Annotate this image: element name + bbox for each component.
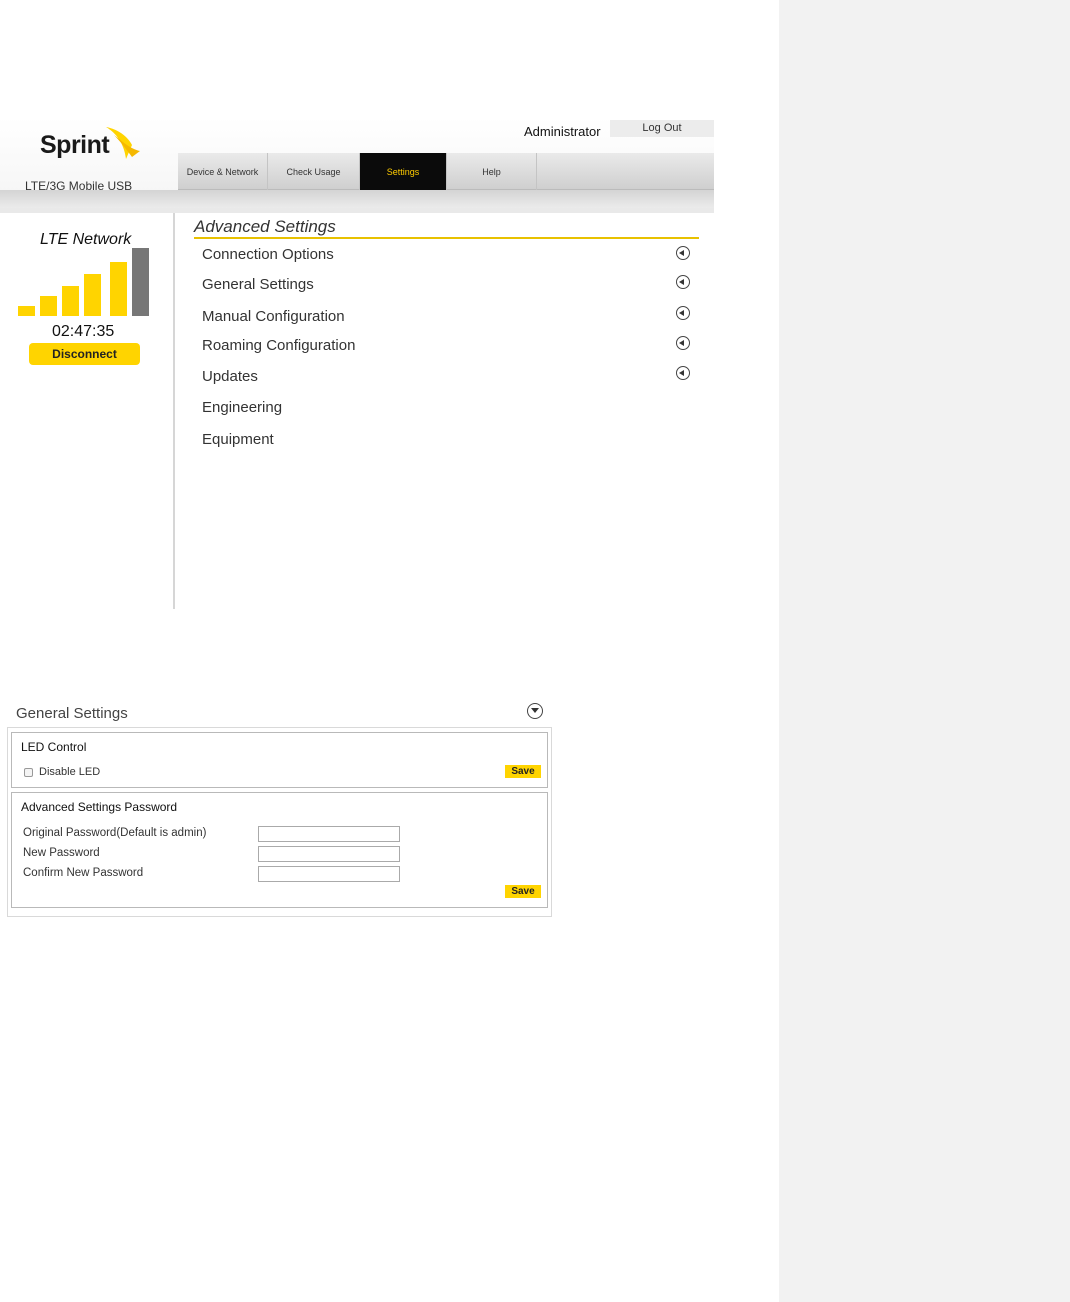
menu-general-settings[interactable]: General Settings xyxy=(202,276,314,293)
tab-settings[interactable]: Settings xyxy=(360,153,447,190)
panel-title: Advanced Settings Password xyxy=(21,800,178,814)
new-password-label: New Password xyxy=(23,847,100,859)
section-title: General Settings xyxy=(16,705,128,722)
new-password-field[interactable] xyxy=(258,846,400,862)
menu-engineering[interactable]: Engineering xyxy=(202,399,282,416)
expand-left-icon[interactable] xyxy=(676,246,690,260)
menu-equipment[interactable]: Equipment xyxy=(202,431,274,448)
signal-bar-2 xyxy=(40,296,57,316)
save-led-button[interactable]: Save xyxy=(505,765,541,778)
connection-timer: 02:47:35 xyxy=(52,323,115,340)
general-settings-screen: General Settings LED Control Disable LED… xyxy=(7,700,552,917)
tab-device-network[interactable]: Device & Network xyxy=(178,153,268,190)
disable-led-checkbox[interactable] xyxy=(24,768,33,777)
checkbox-label: Disable LED xyxy=(39,766,101,778)
signal-bar-4 xyxy=(84,274,101,316)
brand-logo: Sprint xyxy=(40,131,110,159)
original-password-field[interactable] xyxy=(258,826,400,842)
status-sidebar: LTE Network 02:47:35 Disconnect xyxy=(0,213,175,609)
collapse-down-icon[interactable] xyxy=(527,703,543,719)
comment-pane xyxy=(779,0,1070,1302)
expand-left-icon[interactable] xyxy=(676,366,690,380)
menu-roaming-configuration[interactable]: Roaming Configuration xyxy=(202,337,355,354)
confirm-password-label: Confirm New Password xyxy=(23,867,144,879)
router-admin-screen: Sprint LTE/3G Mobile USB Administrator L… xyxy=(0,117,714,609)
save-password-button[interactable]: Save xyxy=(505,885,541,898)
main-nav: Device & Network Check Usage Settings He… xyxy=(178,153,714,190)
signal-bar-6 xyxy=(132,248,149,316)
tab-check-usage[interactable]: Check Usage xyxy=(268,153,360,190)
led-control-panel: LED Control Disable LED Save xyxy=(11,732,548,788)
signal-bar-1 xyxy=(18,306,35,316)
signal-bar-3 xyxy=(62,286,79,316)
menu-updates[interactable]: Updates xyxy=(202,368,258,385)
page-title: Advanced Settings xyxy=(194,217,699,239)
expand-left-icon[interactable] xyxy=(676,275,690,289)
sprint-swoosh-icon xyxy=(106,127,140,159)
signal-strength-icon xyxy=(18,248,153,316)
original-password-label: Original Password(Default is admin) xyxy=(23,827,207,839)
expand-left-icon[interactable] xyxy=(676,306,690,320)
disconnect-button[interactable]: Disconnect xyxy=(29,343,140,365)
confirm-password-field[interactable] xyxy=(258,866,400,882)
expand-left-icon[interactable] xyxy=(676,336,690,350)
network-type-label: LTE Network xyxy=(40,231,132,248)
panel-title: LED Control xyxy=(21,740,87,754)
user-label: Administrator xyxy=(524,124,601,139)
tab-help[interactable]: Help xyxy=(447,153,537,190)
header-divider xyxy=(0,190,714,208)
menu-manual-configuration[interactable]: Manual Configuration xyxy=(202,308,345,325)
page: Sprint LTE/3G Mobile USB Administrator L… xyxy=(0,0,1070,1302)
password-panel: Advanced Settings Password Original Pass… xyxy=(11,792,548,908)
logout-button[interactable]: Log Out xyxy=(610,120,714,137)
general-settings-frame: LED Control Disable LED Save Advanced Se… xyxy=(7,727,552,917)
signal-bar-5 xyxy=(110,262,127,316)
advanced-settings-panel: Advanced Settings Connection Options Gen… xyxy=(194,217,700,448)
menu-connection-options[interactable]: Connection Options xyxy=(202,246,334,263)
